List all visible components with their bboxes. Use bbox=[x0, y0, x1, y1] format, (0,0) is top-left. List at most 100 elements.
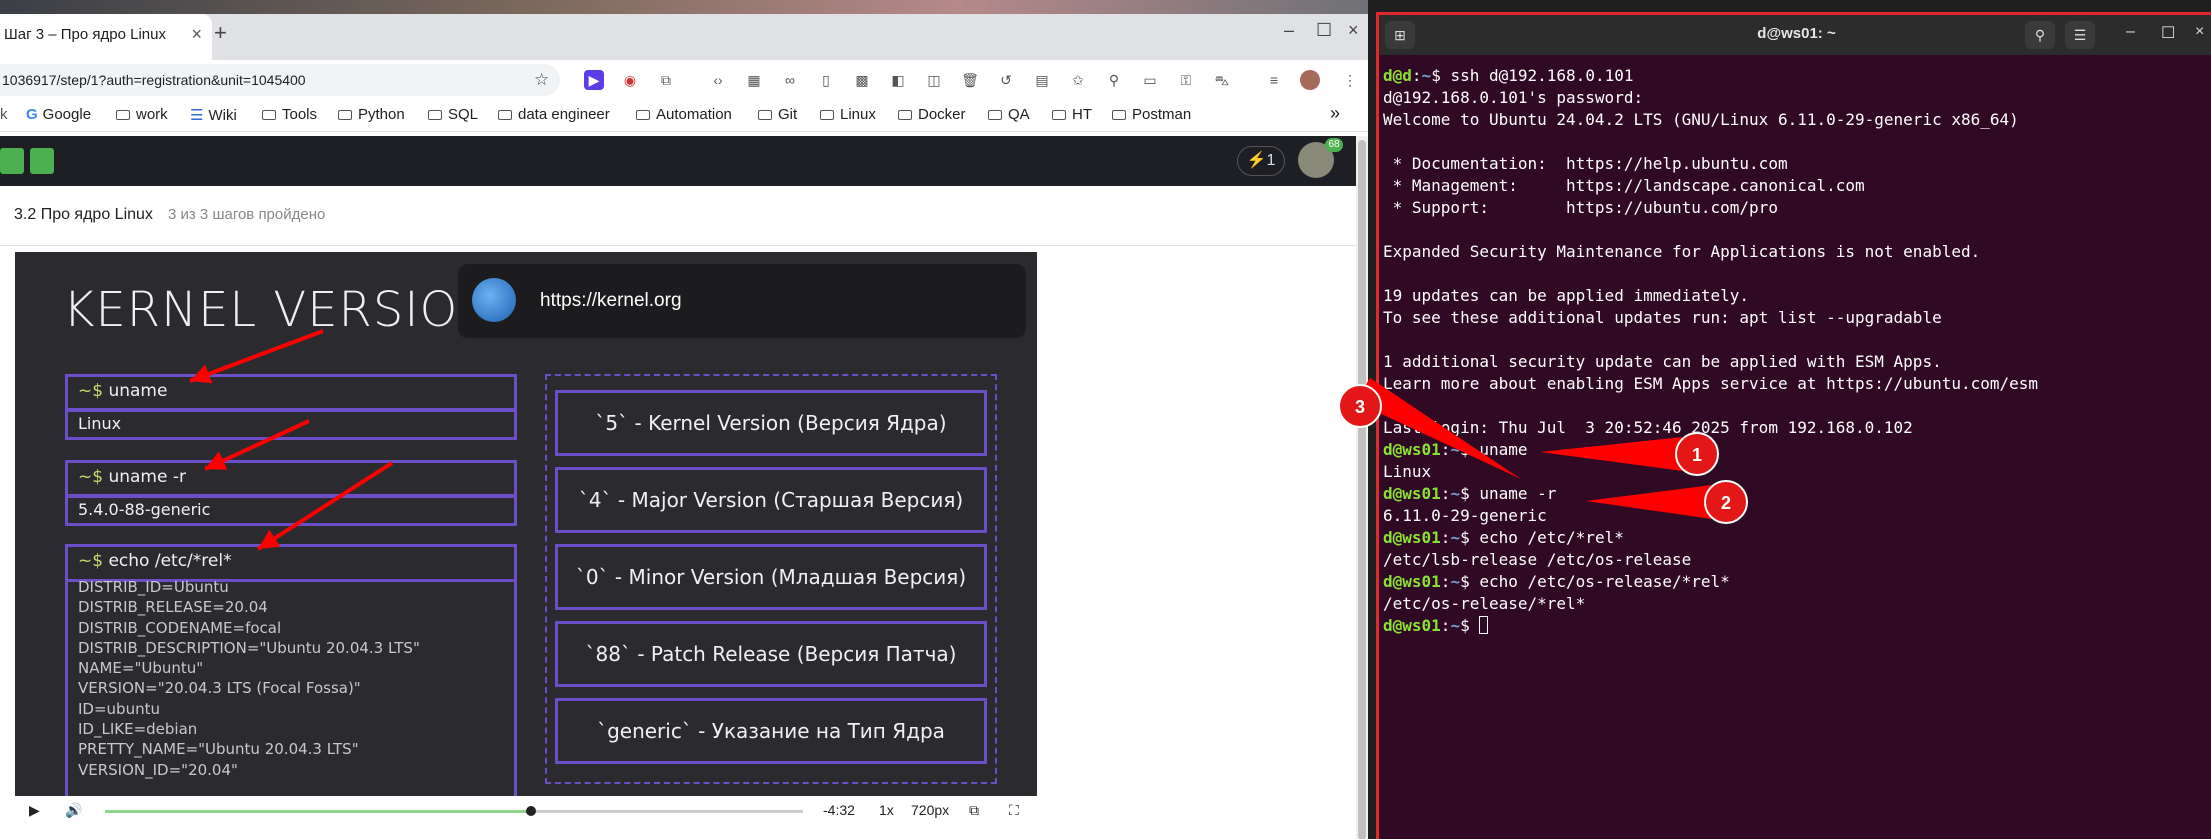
terminal-prompt-line: d@ws01:~$ echo /etc/*rel* bbox=[1383, 528, 1624, 547]
command-output: Linux bbox=[65, 408, 517, 440]
bookmark-linux[interactable]: Linux bbox=[820, 106, 876, 123]
notes-icon[interactable]: ▤ bbox=[1032, 70, 1052, 90]
bookmark-work[interactable]: work bbox=[116, 106, 168, 123]
seek-bar-progress bbox=[105, 810, 531, 813]
picture-in-picture-icon[interactable]: ⧉ bbox=[969, 802, 979, 819]
grid-icon[interactable]: ▩ bbox=[852, 70, 872, 90]
card-icon[interactable]: ▭ bbox=[1140, 70, 1160, 90]
screenshot-icon[interactable]: ◫ bbox=[924, 70, 944, 90]
terminal-text: Welcome to Ubuntu 24.04.2 LTS (GNU/Linux… bbox=[1383, 110, 2019, 129]
maximize-button[interactable]: ☐ bbox=[1316, 20, 1332, 41]
translate-icon[interactable]: ◧ bbox=[888, 70, 908, 90]
minimize-button[interactable]: – bbox=[2126, 23, 2135, 41]
terminal-text: d@192.168.0.101's password: bbox=[1383, 88, 1644, 107]
menu-icon[interactable]: ☰ bbox=[2065, 21, 2095, 49]
terminal-path: ~ bbox=[1450, 616, 1461, 635]
location-icon[interactable]: ⚲ bbox=[1104, 70, 1124, 90]
bookmark-docker[interactable]: Docker bbox=[898, 106, 966, 123]
terminal-path: ~ bbox=[1450, 484, 1461, 503]
browser-menu-icon[interactable]: ⋮ bbox=[1340, 70, 1360, 90]
maximize-button[interactable]: ☐ bbox=[2161, 23, 2175, 43]
quality-button[interactable]: 720px bbox=[911, 802, 949, 818]
terminal-output-line: 19 updates can be applied immediately. bbox=[1383, 285, 2211, 307]
tab-close-icon[interactable]: × bbox=[191, 24, 202, 45]
speed-button[interactable]: 1x bbox=[879, 802, 894, 818]
bookmark-automation[interactable]: Automation bbox=[636, 106, 732, 123]
trash-icon[interactable]: 🗑 bbox=[960, 70, 980, 90]
terminal-text: Expanded Security Maintenance for Applic… bbox=[1383, 242, 1981, 261]
bookmark-star-icon[interactable]: ☆ bbox=[534, 70, 549, 90]
bookmark-tools[interactable]: Tools bbox=[262, 106, 317, 123]
close-window-button[interactable]: × bbox=[2195, 23, 2204, 41]
command-box: ~$ uname -r bbox=[65, 460, 517, 498]
minimize-button[interactable]: – bbox=[1284, 20, 1294, 41]
extension-icon[interactable]: ◉ bbox=[620, 70, 640, 90]
code-icon[interactable]: ‹› bbox=[708, 70, 728, 90]
terminal-path: ~ bbox=[1450, 440, 1461, 459]
lesson-title[interactable]: 3.2 Про ядро Linux bbox=[14, 206, 153, 224]
bookmark-sql[interactable]: SQL bbox=[428, 106, 478, 123]
seek-bar[interactable] bbox=[105, 806, 803, 816]
omnibox[interactable]: 1036917/step/1?auth=registration&unit=10… bbox=[0, 64, 560, 96]
terminal-output[interactable]: d@d:~$ ssh d@192.168.0.101 d@192.168.0.10… bbox=[1383, 65, 2211, 637]
command-output: 5.4.0-88-generic bbox=[65, 494, 517, 526]
profile-avatar-icon[interactable] bbox=[1300, 70, 1320, 90]
terminal-path: ~ bbox=[1450, 528, 1461, 547]
terminal-text: * Documentation: https://help.ubuntu.com bbox=[1383, 154, 1788, 173]
video-controls: ▶ 🔊 -4:32 1x 720px ⧉ ⛶ bbox=[15, 796, 1037, 827]
bookmark-partial-icon[interactable]: k bbox=[0, 106, 8, 123]
history-icon[interactable]: ↺ bbox=[996, 70, 1016, 90]
reader-icon[interactable]: ▯ bbox=[816, 70, 836, 90]
shell-prompt: ~$ bbox=[78, 551, 104, 571]
close-window-button[interactable]: × bbox=[1348, 20, 1359, 41]
fullscreen-icon[interactable]: ⛶ bbox=[1009, 802, 1019, 819]
extension-play-icon[interactable]: ▶ bbox=[584, 70, 604, 90]
wiki-icon: ☰ bbox=[190, 107, 204, 124]
bookmark-wiki[interactable]: ☰ Wiki bbox=[190, 106, 237, 124]
terminal-path: ~ bbox=[1450, 572, 1461, 591]
bookmark-postman[interactable]: Postman bbox=[1112, 106, 1191, 123]
seek-bar-knob[interactable] bbox=[525, 806, 536, 816]
new-tab-button[interactable]: + bbox=[214, 20, 227, 46]
distrib-line: DISTRIB_DESCRIPTION="Ubuntu 20.04.3 LTS" bbox=[78, 638, 420, 657]
bookmarks-more-button[interactable]: » bbox=[1330, 103, 1340, 124]
bookmark-ht[interactable]: HT bbox=[1052, 106, 1092, 123]
terminal-user-host: d@ws01 bbox=[1383, 616, 1441, 635]
volume-icon[interactable]: 🔊 bbox=[65, 802, 82, 819]
key-icon[interactable]: ⚿ bbox=[1176, 70, 1196, 90]
media-controls-icon[interactable]: ≡ bbox=[1264, 70, 1284, 90]
folder-icon bbox=[1112, 110, 1126, 120]
bookmark-git[interactable]: Git bbox=[758, 106, 797, 123]
bookmark-qa[interactable]: QA bbox=[988, 106, 1030, 123]
terminal-prompt-line: d@ws01:~$ uname -r bbox=[1383, 484, 1557, 503]
extensions-puzzle-icon[interactable]: ⧉ bbox=[656, 70, 676, 90]
version-part-box: `88` - Patch Release (Версия Патча) bbox=[555, 621, 987, 687]
notifications-counter[interactable]: ⚡1 bbox=[1237, 146, 1285, 176]
browser-tab[interactable]: Шаг 3 – Про ядро Linux × bbox=[0, 14, 212, 60]
tab-bar: Шаг 3 – Про ядро Linux × + – ☐ × bbox=[0, 0, 1368, 60]
video-player[interactable]: KERNEL VERSIONS https://kernel.org ~$ un… bbox=[15, 252, 1037, 827]
terminal-window[interactable]: ⊞ d@ws01: ~ ⚲ ☰ – ☐ × d@d:~$ ssh d@192.1… bbox=[1376, 12, 2211, 839]
step-indicator[interactable] bbox=[0, 148, 24, 174]
terminal-output-line: * Management: https://landscape.canonica… bbox=[1383, 175, 2211, 197]
terminal-text: uname -r bbox=[1479, 484, 1557, 503]
scrollbar-thumb[interactable] bbox=[1358, 140, 1366, 839]
bookmark-google[interactable]: G Google bbox=[26, 106, 91, 123]
terminal-user-host: d@ws01 bbox=[1383, 528, 1441, 547]
url-text[interactable]: 1036917/step/1?auth=registration&unit=10… bbox=[2, 72, 306, 88]
search-icon[interactable]: ⚲ bbox=[2025, 21, 2055, 49]
play-icon[interactable]: ▶ bbox=[29, 802, 40, 819]
car-icon[interactable]: ⛍ bbox=[1212, 70, 1232, 90]
time-remaining: -4:32 bbox=[823, 802, 855, 818]
page-scrollbar[interactable] bbox=[1356, 136, 1368, 839]
table-icon[interactable]: ▦ bbox=[744, 70, 764, 90]
terminal-prompt-line: d@ws01:~$ bbox=[1383, 615, 2211, 637]
bookmark-python[interactable]: Python bbox=[338, 106, 405, 123]
bookmark-data-engineer[interactable]: data engineer bbox=[498, 106, 610, 123]
link-icon[interactable]: ∞ bbox=[780, 70, 800, 90]
step-indicator[interactable] bbox=[30, 148, 54, 174]
folder-icon bbox=[636, 110, 650, 120]
favorites-icon[interactable]: ✩ bbox=[1068, 70, 1088, 90]
